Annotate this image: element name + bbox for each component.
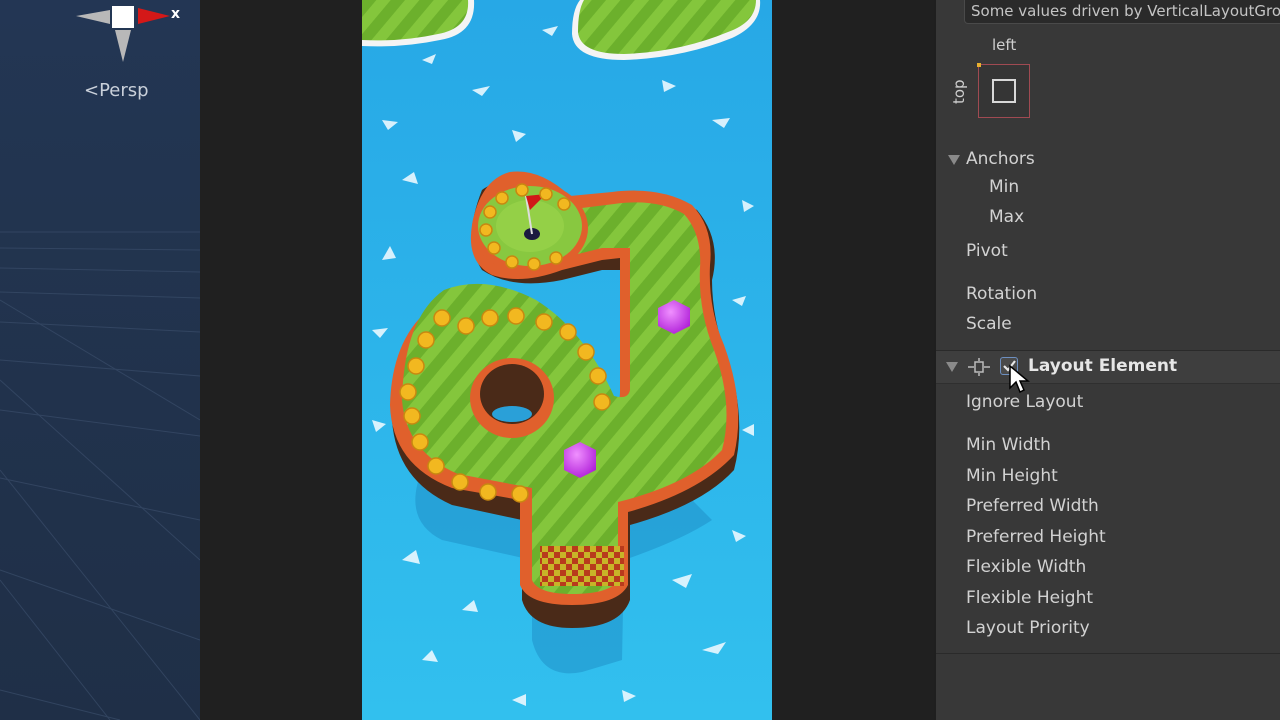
rotation-label: Rotation	[966, 284, 1038, 304]
flexible-width-label: Flexible Width	[966, 557, 1087, 577]
preferred-width-label: Preferred Width	[966, 496, 1099, 516]
game-view[interactable]	[362, 0, 772, 720]
scene-grid	[0, 231, 200, 720]
gizmo-x-axis-label: x	[171, 6, 181, 22]
flexible-height-label: Flexible Height	[966, 588, 1094, 608]
viewport-background-right	[772, 0, 934, 720]
driven-values-notice: Some values driven by VerticalLayoutGrou…	[964, 0, 1280, 24]
golf-course-render	[362, 0, 772, 720]
anchors-foldout-arrow-icon[interactable]	[948, 155, 960, 165]
preferred-height-label: Preferred Height	[966, 527, 1106, 547]
layout-element-component-icon	[968, 358, 990, 376]
persp-label: Persp	[99, 80, 149, 101]
layout-priority-label: Layout Priority	[966, 618, 1090, 638]
inspector-panel: Some values driven by VerticalLayoutGrou…	[934, 0, 1280, 720]
anchor-top-label: top	[950, 79, 968, 104]
layout-element-foldout-arrow-icon[interactable]	[946, 362, 958, 372]
mouse-cursor-icon	[1009, 364, 1030, 394]
viewport-background-left	[200, 0, 362, 720]
min-width-label: Min Width	[966, 435, 1051, 455]
inspector-divider	[936, 653, 1280, 654]
anchor-preset-button[interactable]	[977, 63, 1030, 118]
anchors-max-label: Max	[989, 207, 1025, 227]
layout-element-header[interactable]: Layout Element	[936, 350, 1280, 384]
anchor-pivot-dot	[977, 63, 981, 67]
layout-element-title: Layout Element	[1028, 356, 1178, 376]
ignore-layout-label: Ignore Layout	[966, 392, 1084, 412]
perspective-toggle[interactable]: <Persp	[84, 80, 149, 101]
pivot-label: Pivot	[966, 241, 1008, 261]
anchors-min-label: Min	[989, 177, 1020, 197]
chevron-left-icon: <	[84, 80, 100, 101]
anchors-label[interactable]: Anchors	[966, 149, 1035, 169]
scene-view[interactable]: x <Persp	[0, 0, 200, 720]
min-height-label: Min Height	[966, 466, 1058, 486]
anchor-preset-icon	[992, 79, 1016, 103]
scale-label: Scale	[966, 314, 1012, 334]
anchor-left-label: left	[992, 36, 1017, 54]
